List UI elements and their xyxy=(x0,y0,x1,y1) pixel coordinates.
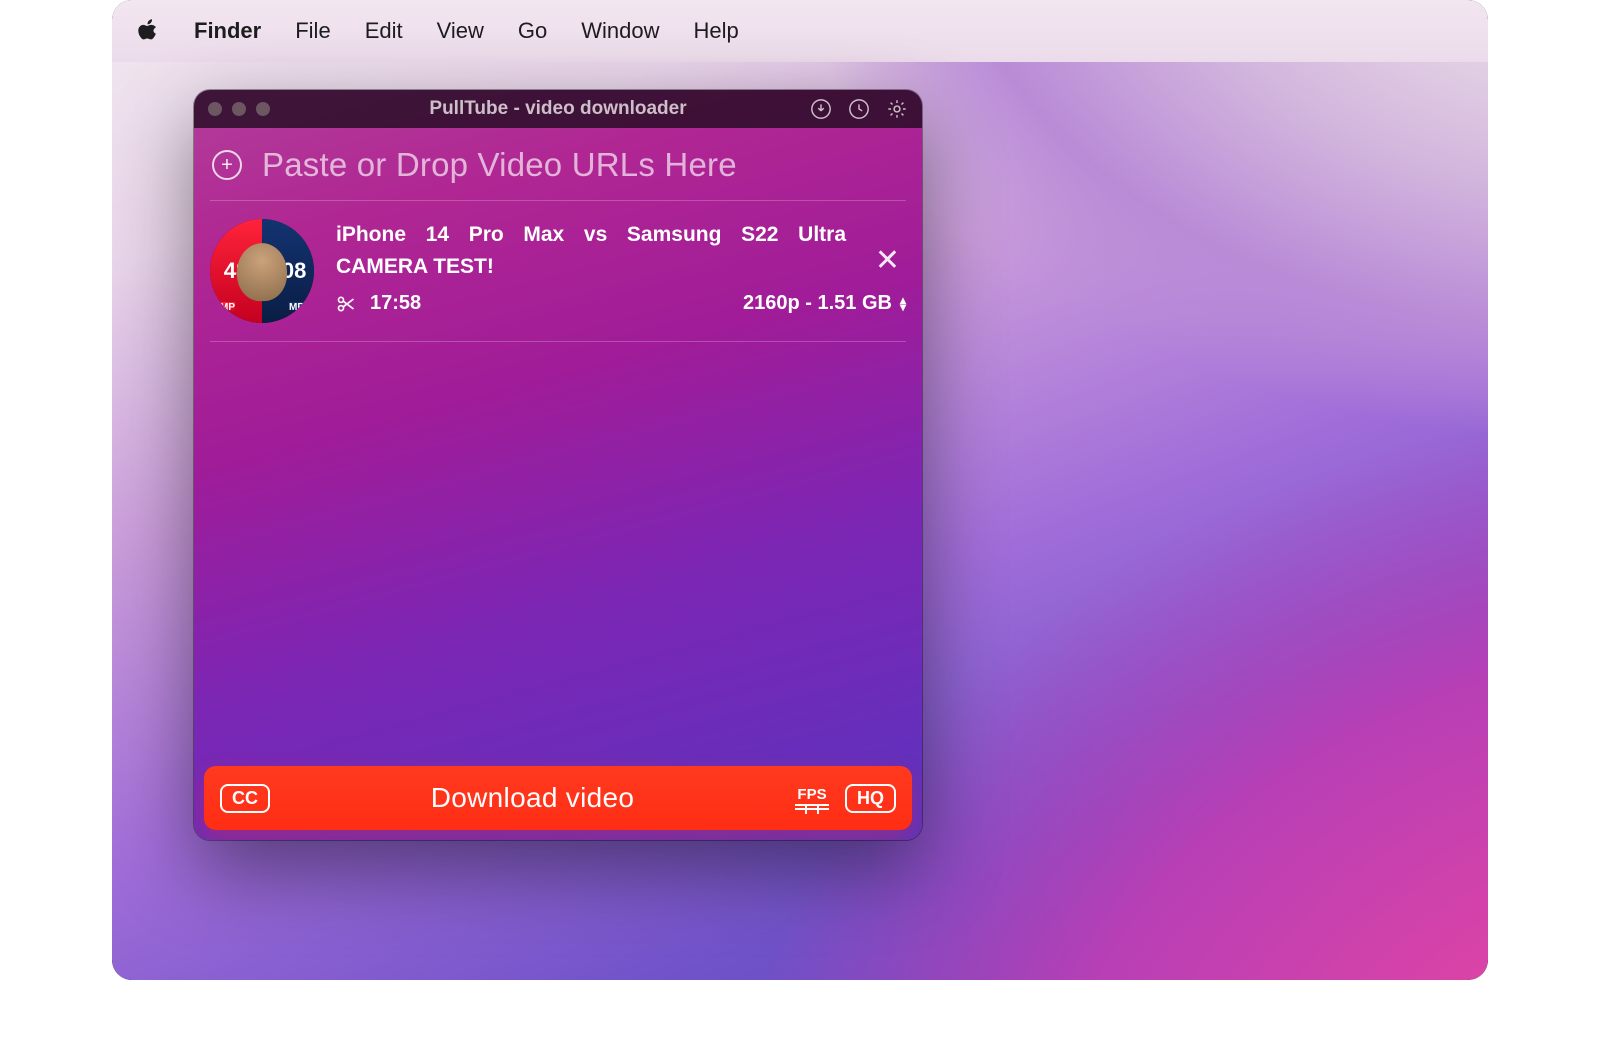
menubar-help[interactable]: Help xyxy=(694,18,739,44)
fps-label: FPS xyxy=(797,787,826,802)
chevron-updown-icon: ▴▾ xyxy=(900,297,906,310)
url-input[interactable] xyxy=(262,146,904,184)
menubar-edit[interactable]: Edit xyxy=(365,18,403,44)
apple-logo-icon[interactable] xyxy=(138,18,160,44)
hq-button[interactable]: HQ xyxy=(845,784,896,813)
window-minimize-button[interactable] xyxy=(232,102,246,116)
menubar-window[interactable]: Window xyxy=(581,18,659,44)
filmstrip-icon xyxy=(795,804,829,810)
window-close-button[interactable] xyxy=(208,102,222,116)
video-thumbnail[interactable]: 48 108 MP MP xyxy=(210,219,314,323)
video-item: 48 108 MP MP iPhone 14 Pro Max vs Samsun… xyxy=(194,201,922,335)
thumb-face xyxy=(237,243,287,301)
video-duration: 17:58 xyxy=(370,292,421,315)
window-titlebar[interactable]: PullTube - video downloader xyxy=(194,90,922,128)
trim-scissors-icon[interactable] xyxy=(336,294,356,314)
fps-button[interactable]: FPS xyxy=(795,787,829,810)
download-video-button[interactable]: Download video xyxy=(286,782,779,814)
thumb-mp-left: MP xyxy=(220,302,235,313)
video-title: iPhone 14 Pro Max vs Samsung S22 Ultra C… xyxy=(336,219,906,282)
history-icon[interactable] xyxy=(848,98,870,120)
window-zoom-button[interactable] xyxy=(256,102,270,116)
menubar-view[interactable]: View xyxy=(437,18,484,44)
download-bar: CC Download video FPS HQ xyxy=(204,766,912,830)
menubar-file[interactable]: File xyxy=(295,18,330,44)
macos-menubar: Finder File Edit View Go Window Help xyxy=(112,0,1488,62)
remove-item-icon[interactable]: ✕ xyxy=(875,243,900,278)
divider xyxy=(210,341,906,342)
menubar-app-name[interactable]: Finder xyxy=(194,18,261,44)
add-url-icon[interactable]: + xyxy=(212,150,242,180)
menubar-go[interactable]: Go xyxy=(518,18,547,44)
quality-label: 2160p - 1.51 GB xyxy=(743,292,892,315)
quality-selector[interactable]: 2160p - 1.51 GB ▴▾ xyxy=(743,292,906,315)
url-input-row: + xyxy=(194,128,922,200)
settings-gear-icon[interactable] xyxy=(886,98,908,120)
subtitles-cc-button[interactable]: CC xyxy=(220,784,270,813)
downloads-icon[interactable] xyxy=(810,98,832,120)
pulltube-window: PullTube - video downloader + 48 108 xyxy=(194,90,922,840)
thumb-mp-right: MP xyxy=(289,302,304,313)
